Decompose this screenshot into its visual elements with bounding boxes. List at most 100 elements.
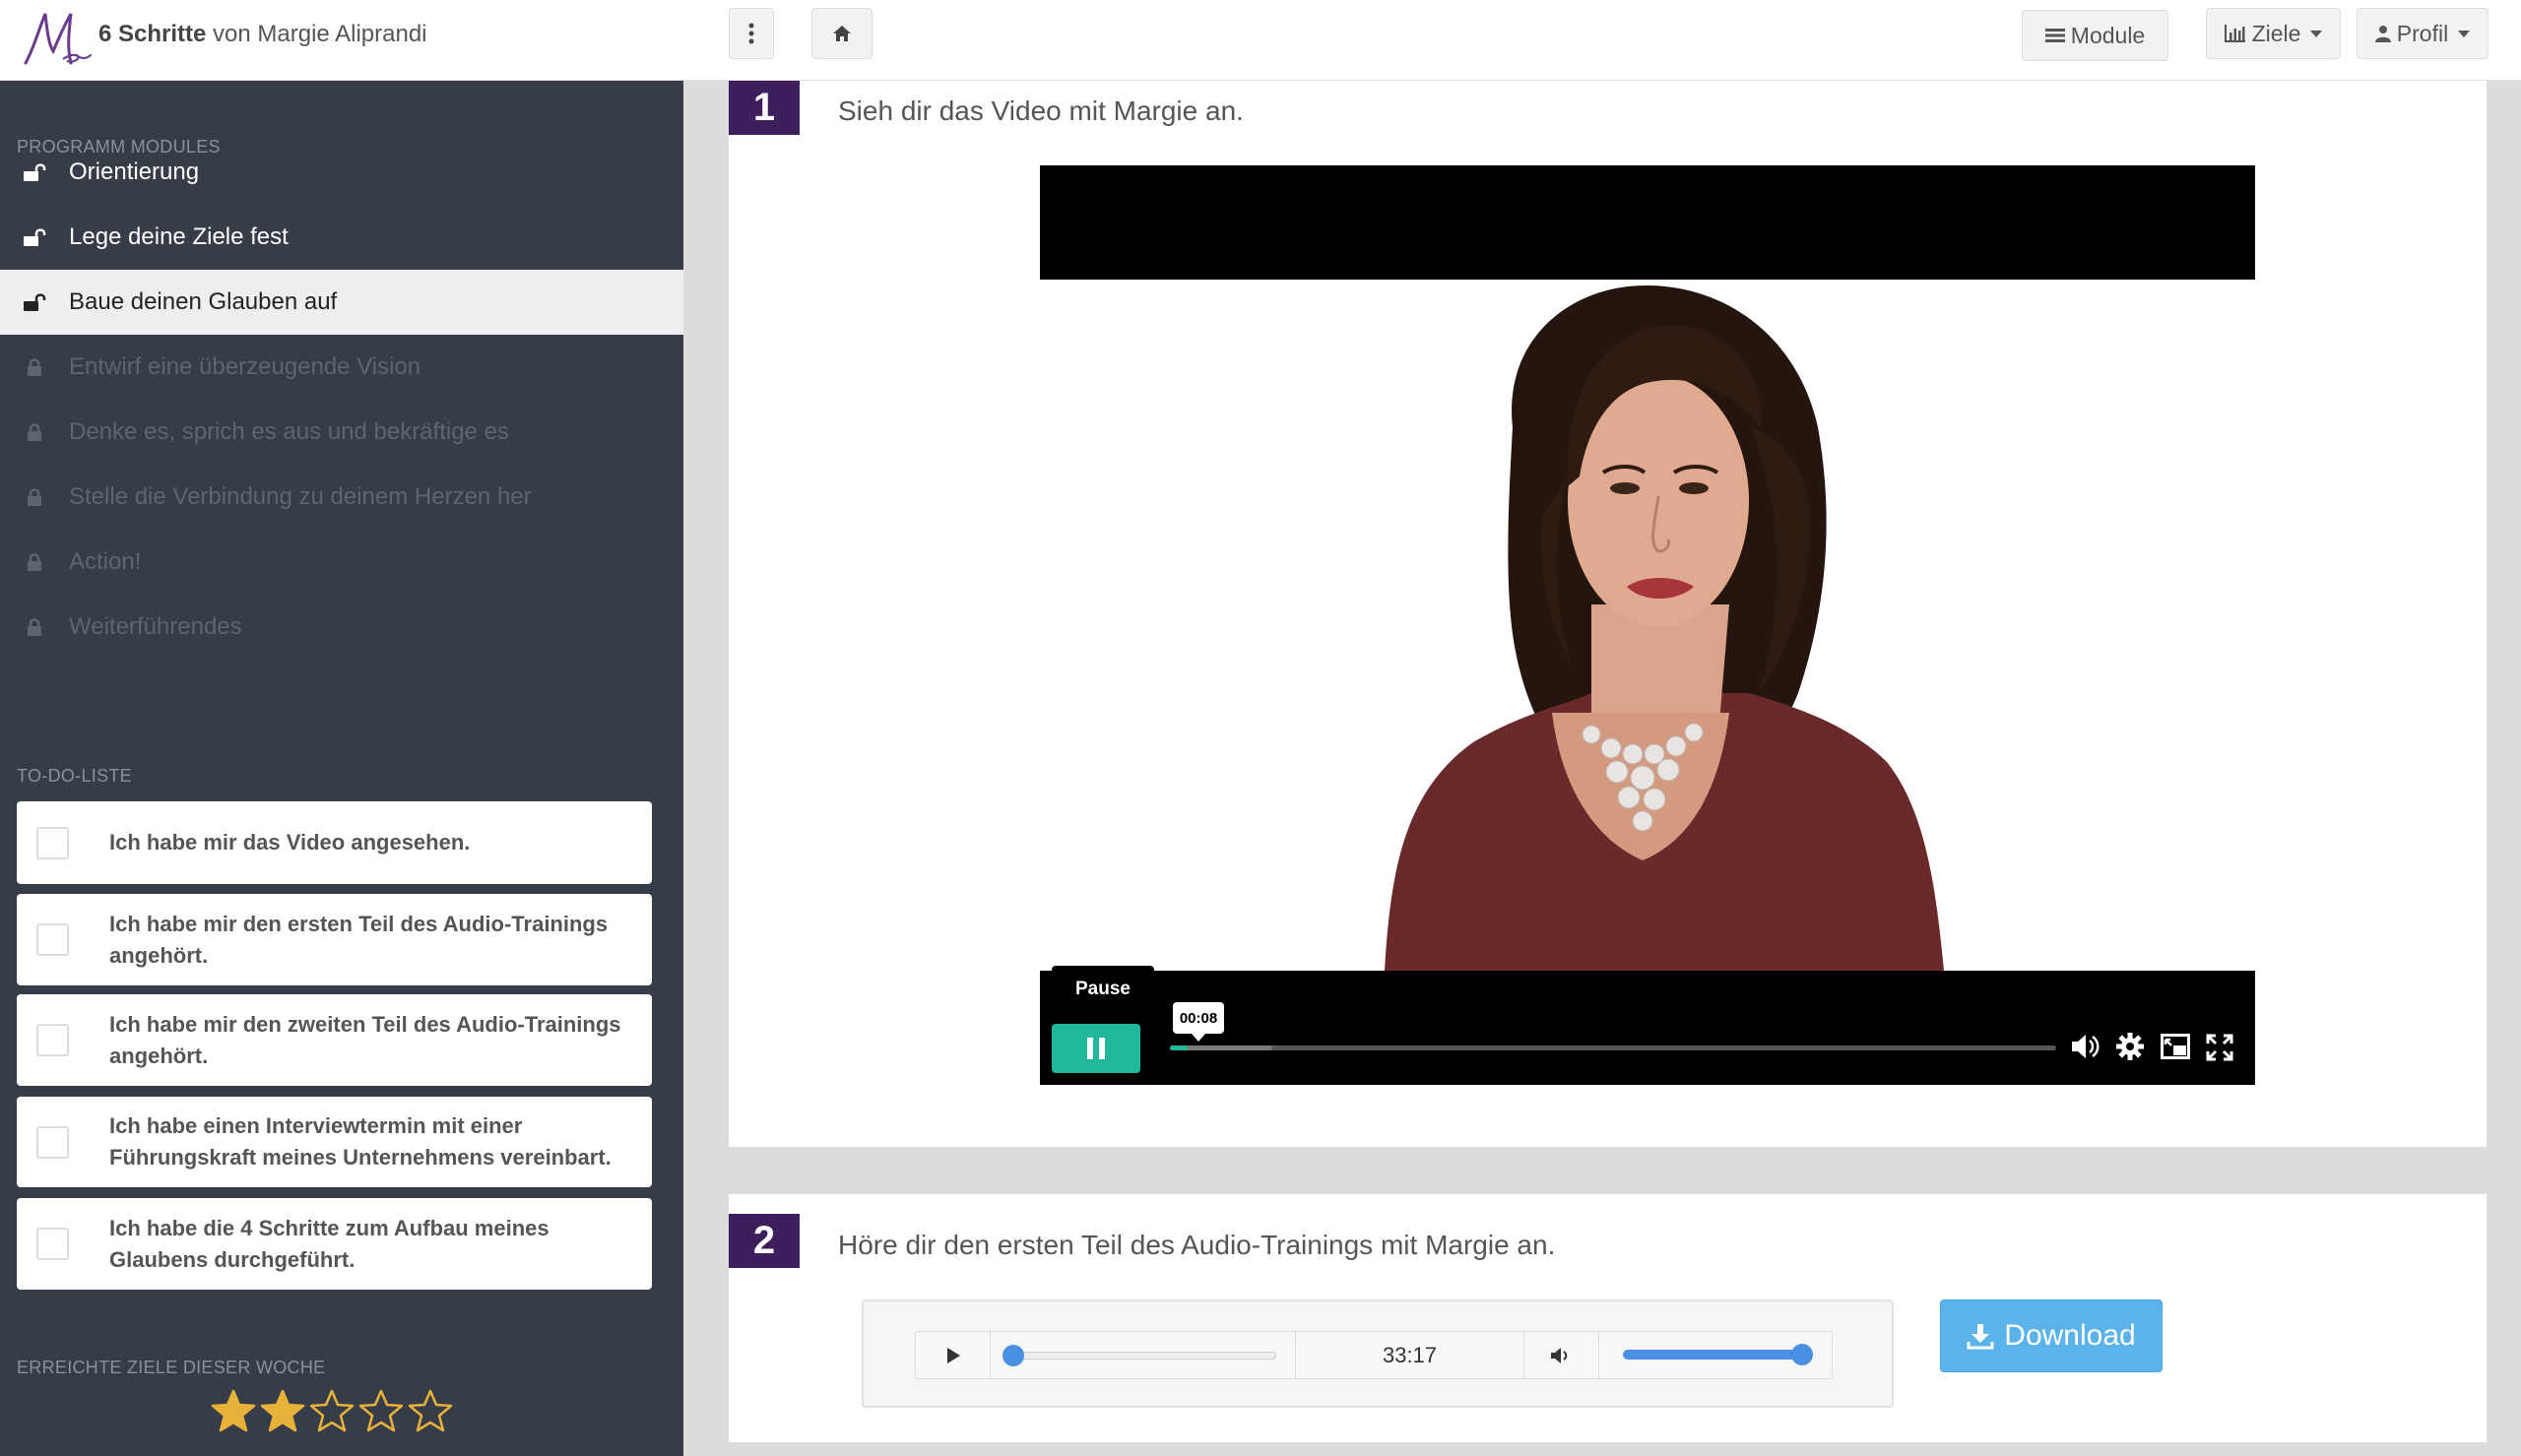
video-progress-track[interactable] bbox=[1170, 1045, 2056, 1050]
fullscreen-icon[interactable] bbox=[2206, 1034, 2233, 1061]
lock-icon bbox=[28, 423, 41, 441]
todo-item[interactable]: Ich habe die 4 Schritte zum Aufbau meine… bbox=[17, 1198, 652, 1290]
time-tooltip: 00:08 bbox=[1173, 1002, 1224, 1034]
settings-gear-icon[interactable] bbox=[2115, 1032, 2145, 1061]
lock-icon bbox=[28, 488, 41, 506]
sidebar-menu-button[interactable] bbox=[729, 8, 774, 59]
goals-dropdown-label: Ziele bbox=[2251, 20, 2301, 46]
top-navbar: 6 Schritte von Margie Aliprandi Module Z… bbox=[0, 0, 2521, 81]
unlock-icon bbox=[24, 293, 46, 311]
module-status-icon bbox=[0, 487, 69, 507]
sidebar-module-item[interactable]: Baue deinen Glauben auf bbox=[0, 270, 683, 335]
todo-checkbox[interactable] bbox=[36, 826, 69, 859]
star-empty-icon bbox=[408, 1389, 453, 1432]
audio-progress-knob[interactable] bbox=[1002, 1345, 1024, 1366]
video-letterbox bbox=[1040, 165, 2255, 280]
todo-label: Ich habe mir den ersten Teil des Audio-T… bbox=[109, 911, 609, 968]
video-player[interactable]: Pause 00:08 bbox=[1040, 165, 2255, 1085]
volume-icon bbox=[1550, 1347, 1567, 1363]
lock-icon bbox=[28, 553, 41, 571]
sidebar-module-item[interactable]: Lege deine Ziele fest bbox=[0, 205, 683, 270]
sidebar-module-item[interactable]: Orientierung bbox=[0, 140, 683, 205]
goal-stars bbox=[210, 1388, 454, 1435]
video-progress-fill bbox=[1170, 1045, 1188, 1050]
audio-mute-button[interactable] bbox=[1524, 1332, 1599, 1378]
audio-play-button[interactable] bbox=[916, 1332, 991, 1378]
sidebar-module-label: Baue deinen Glauben auf bbox=[69, 288, 338, 315]
download-button[interactable]: Download bbox=[1940, 1299, 2163, 1372]
step-number-badge: 1 bbox=[729, 81, 800, 135]
chevron-down-icon bbox=[2310, 30, 2323, 37]
todo-item[interactable]: Ich habe mir den zweiten Teil des Audio-… bbox=[17, 994, 652, 1086]
brand-logo[interactable] bbox=[20, 6, 95, 71]
picture-in-picture-icon[interactable] bbox=[2161, 1034, 2190, 1059]
sidebar-module-label: Lege deine Ziele fest bbox=[69, 223, 289, 250]
module-status-icon bbox=[0, 617, 69, 637]
todo-label: Ich habe mir das Video angesehen. bbox=[109, 830, 471, 855]
video-pause-button[interactable] bbox=[1052, 1024, 1140, 1073]
audio-seek-area bbox=[991, 1332, 1296, 1378]
sidebar-module-item[interactable]: Entwirf eine überzeugende Vision bbox=[0, 335, 683, 400]
todo-checkbox[interactable] bbox=[36, 1228, 69, 1260]
pause-tooltip: Pause bbox=[1052, 966, 1154, 1013]
todo-checkbox[interactable] bbox=[36, 1125, 69, 1159]
brand-title-bold: 6 Schritte bbox=[98, 21, 207, 47]
audio-duration: 33:17 bbox=[1296, 1332, 1524, 1378]
star-filled-icon bbox=[211, 1389, 256, 1432]
todo-label: Ich habe einen Interviewtermin mit einer… bbox=[109, 1113, 612, 1170]
step-number-badge: 2 bbox=[729, 1214, 800, 1268]
brand-title[interactable]: 6 Schritte von Margie Aliprandi bbox=[98, 21, 427, 48]
todo-item[interactable]: Ich habe mir das Video angesehen. bbox=[17, 801, 652, 884]
todo-item[interactable]: Ich habe einen Interviewtermin mit einer… bbox=[17, 1097, 652, 1187]
audio-volume-knob[interactable] bbox=[1791, 1344, 1813, 1365]
sidebar-module-item[interactable]: Stelle die Verbindung zu deinem Herzen h… bbox=[0, 465, 683, 530]
module-status-icon bbox=[0, 552, 69, 572]
audio-volume-track[interactable] bbox=[1623, 1344, 1813, 1365]
sidebar: PROGRAMM MODULES Orientierung Lege deine … bbox=[0, 81, 683, 1456]
audio-player: 33:17 bbox=[915, 1331, 1833, 1379]
lock-icon bbox=[28, 618, 41, 636]
profile-dropdown[interactable]: Profil bbox=[2357, 8, 2489, 59]
sidebar-module-item[interactable]: Denke es, sprich es aus und bekräftige e… bbox=[0, 400, 683, 465]
todo-item[interactable]: Ich habe mir den ersten Teil des Audio-T… bbox=[17, 894, 652, 985]
volume-icon[interactable] bbox=[2070, 1032, 2101, 1061]
step-title: Höre dir den ersten Teil des Audio-Train… bbox=[838, 1230, 1556, 1260]
star-empty-icon bbox=[309, 1389, 355, 1432]
play-icon bbox=[946, 1347, 960, 1363]
profile-dropdown-label: Profil bbox=[2396, 20, 2449, 46]
todo-section-title: TO-DO-LISTE bbox=[17, 766, 132, 786]
video-frame bbox=[1040, 280, 2255, 971]
module-status-icon bbox=[0, 227, 69, 247]
sidebar-module-item[interactable]: Weiterführendes bbox=[0, 595, 683, 660]
sidebar-module-label: Weiterführendes bbox=[69, 613, 242, 640]
weekly-goals-title: ERREICHTE ZIELE DIESER WOCHE bbox=[17, 1358, 326, 1377]
module-status-icon bbox=[0, 357, 69, 377]
sidebar-module-item[interactable]: Action! bbox=[0, 530, 683, 595]
lock-icon bbox=[28, 358, 41, 376]
download-button-label: Download bbox=[2004, 1319, 2136, 1352]
video-controls: Pause 00:08 bbox=[1040, 966, 2255, 1085]
goals-dropdown[interactable]: Ziele bbox=[2206, 8, 2341, 59]
sidebar-module-label: Stelle die Verbindung zu deinem Herzen h… bbox=[69, 483, 532, 510]
pause-icon bbox=[1087, 1038, 1105, 1059]
todo-label: Ich habe mir den zweiten Teil des Audio-… bbox=[109, 1011, 621, 1068]
user-icon bbox=[2374, 26, 2391, 42]
sidebar-module-label: Action! bbox=[69, 548, 142, 575]
module-status-icon bbox=[0, 162, 69, 182]
vertical-dots-icon bbox=[748, 23, 754, 44]
modules-button[interactable]: Module bbox=[2022, 10, 2168, 61]
home-icon bbox=[833, 26, 851, 41]
list-icon bbox=[2044, 29, 2065, 42]
brand-title-author: von Margie Aliprandi bbox=[206, 21, 427, 47]
step-title: Sieh dir das Video mit Margie an. bbox=[838, 95, 1244, 126]
audio-progress-track[interactable] bbox=[1002, 1345, 1276, 1366]
unlock-icon bbox=[24, 228, 46, 246]
download-icon bbox=[1967, 1324, 1994, 1350]
todo-checkbox[interactable] bbox=[36, 1024, 69, 1056]
sidebar-module-label: Entwirf eine überzeugende Vision bbox=[69, 353, 421, 380]
todo-checkbox[interactable] bbox=[36, 923, 69, 956]
modules-button-label: Module bbox=[2070, 22, 2146, 48]
audio-volume-fill bbox=[1623, 1350, 1802, 1360]
unlock-icon bbox=[24, 163, 46, 181]
home-button[interactable] bbox=[811, 8, 873, 59]
